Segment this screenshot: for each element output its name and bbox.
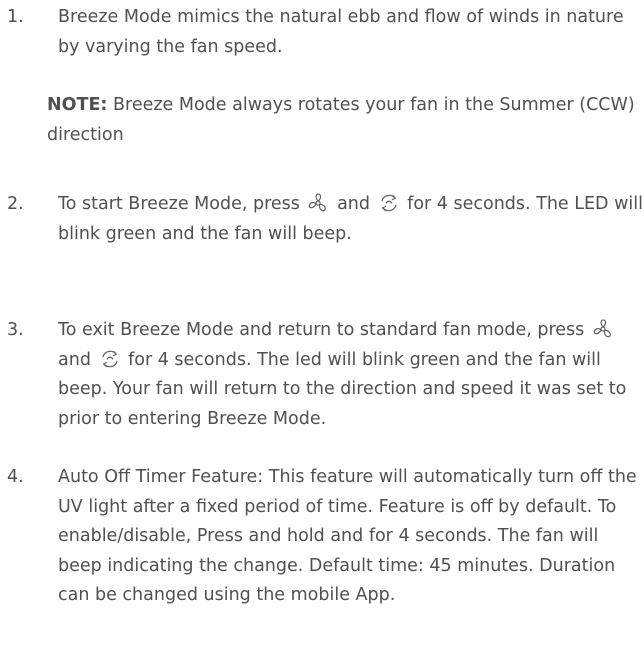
fan-icon: [307, 192, 329, 214]
item-text: Auto Off Timer Feature: This feature wil…: [58, 467, 637, 605]
item-text-before: To exit Breeze Mode and return to standa…: [58, 320, 585, 340]
note-text: Breeze Mode always rotates your fan in t…: [47, 95, 635, 145]
item-text-mid: and: [337, 194, 370, 214]
reverse-direction-icon: [378, 192, 400, 214]
item-number: 4.: [7, 467, 24, 487]
note-block: NOTE: Breeze Mode always rotates your fa…: [47, 91, 636, 150]
item-text: To start Breeze Mode, press and for 4 se…: [58, 190, 644, 249]
fan-icon: [592, 318, 614, 340]
item-number: 2.: [7, 194, 24, 214]
item-number: 3.: [7, 320, 24, 340]
item-text: Breeze Mode mimics the natural ebb and f…: [58, 7, 624, 57]
item-text-mid: and: [58, 349, 91, 370]
item-text: To exit Breeze Mode and return to standa…: [58, 316, 644, 434]
item-text-after: for 4 seconds. The led will blink green …: [58, 349, 627, 429]
item-number: 1.: [7, 7, 24, 27]
reverse-direction-icon: [99, 348, 121, 370]
item-text-before: To start Breeze Mode, press: [58, 194, 300, 214]
note-label: NOTE:: [47, 95, 108, 115]
